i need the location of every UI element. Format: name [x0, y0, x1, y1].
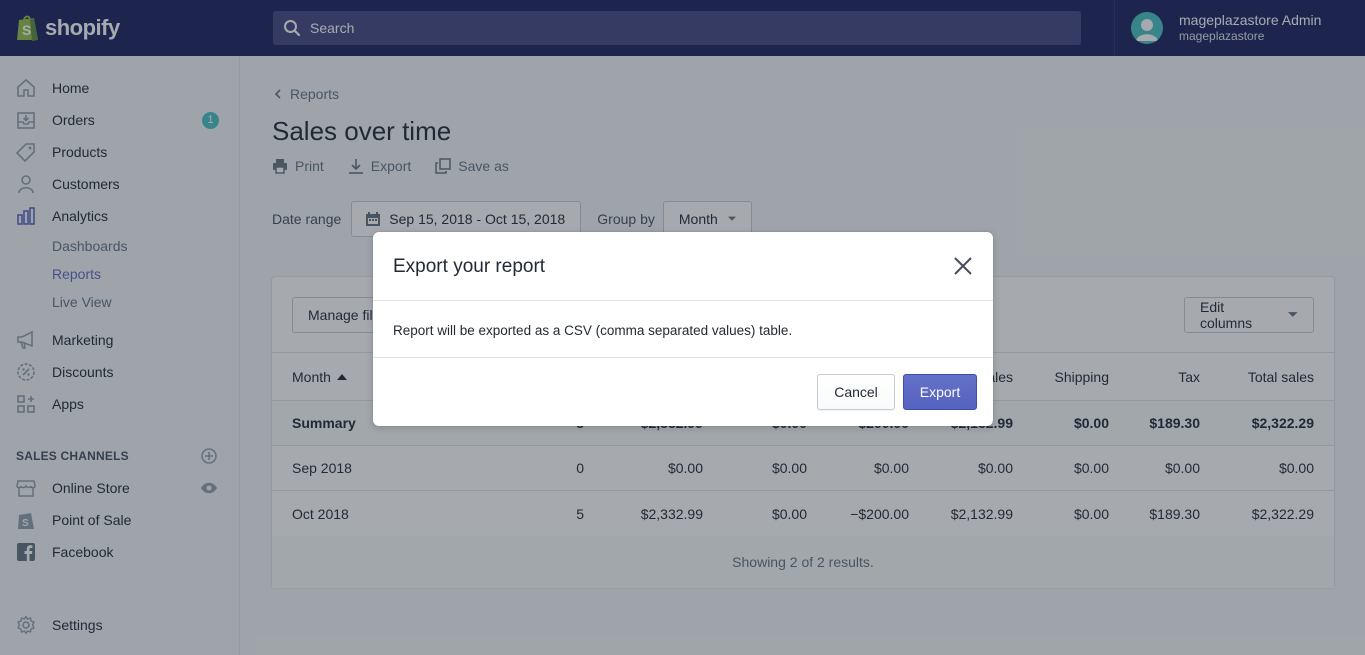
cancel-button[interactable]: Cancel [817, 374, 895, 410]
export-button[interactable]: Export [903, 374, 977, 410]
close-button[interactable] [951, 254, 975, 278]
modal-body-text: Report will be exported as a CSV (comma … [373, 301, 993, 358]
export-modal: Export your report Report will be export… [373, 232, 993, 426]
modal-title: Export your report [393, 256, 546, 277]
close-icon [954, 257, 972, 275]
